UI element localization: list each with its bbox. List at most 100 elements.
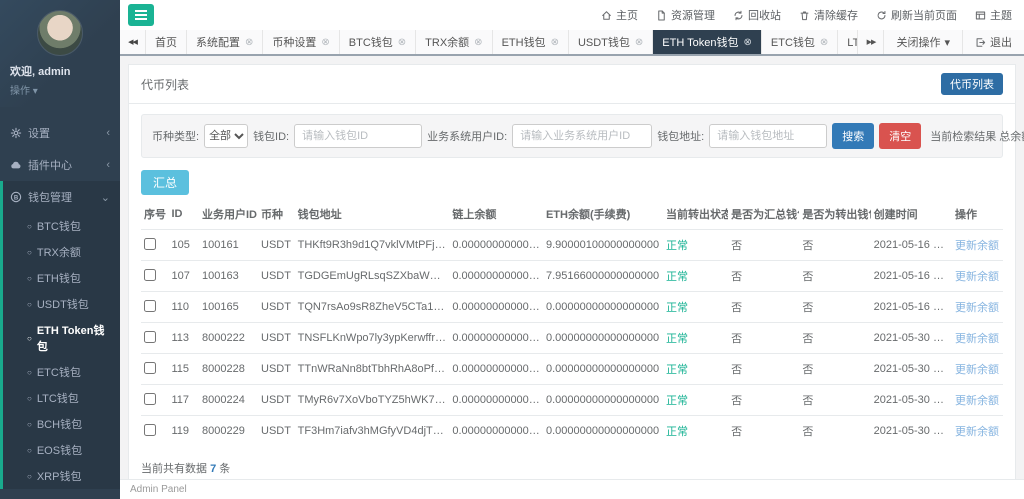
wallet-id-input[interactable] [294,124,422,148]
sidebar-subitem[interactable]: ○ XRP钱包 [3,463,120,489]
sidebar-subitem[interactable]: ○ BCH钱包 [3,411,120,437]
header-link-recycle-bin[interactable]: 回收站 [733,7,781,23]
tab[interactable]: 首页 ⊗ [146,30,187,54]
update-balance-link[interactable]: 更新余额 [955,364,999,376]
update-balance-link[interactable]: 更新余额 [955,395,999,407]
tab[interactable]: 币种设置 ⊗ [263,30,339,54]
coin-type-select[interactable]: 全部 [204,124,248,148]
user-id-input[interactable] [512,124,652,148]
sidebar-subitem[interactable]: ○ ETH Token钱包 [3,317,120,359]
cell-checkbox [141,385,168,416]
tab[interactable]: 系统配置 ⊗ [187,30,263,54]
summary-button[interactable]: 汇总 [141,170,189,195]
tab-close-icon[interactable]: ⊗ [474,37,482,48]
sidebar-item-account-transactions[interactable]: 账户交易 ‹ [0,489,120,499]
cell-checkbox [141,323,168,354]
tab-close-icon[interactable]: ⊗ [744,37,752,48]
cell-address: TF3Hm7iafv3hMGfyVD4djThWtiHxdjPdtZ [295,416,450,447]
row-checkbox[interactable] [144,269,156,281]
panel-body: 币种类型: 全部 钱包ID: 业务系统用户ID: 钱包地址: 搜索 清空 当前检… [129,104,1015,490]
sidebar-subitem[interactable]: ○ EOS钱包 [3,437,120,463]
row-checkbox[interactable] [144,331,156,343]
row-checkbox[interactable] [144,393,156,405]
logout-icon [975,37,986,48]
tabs-scroll-right-button[interactable]: ▶▶ [857,30,883,54]
tab[interactable]: TRX余额 ⊗ [416,30,492,54]
tab-close-icon[interactable]: ⊗ [820,37,828,48]
col-actions: 操作 [952,199,1003,230]
row-checkbox[interactable] [144,238,156,250]
cell-coin: USDT [258,292,295,323]
tab-close-icon[interactable]: ⊗ [398,37,406,48]
tab-close-icon[interactable]: ⊗ [245,37,253,48]
cell-coin: USDT [258,416,295,447]
cell-coin: USDT [258,354,295,385]
update-balance-link[interactable]: 更新余额 [955,271,999,283]
col-user-id: 业务用户ID [199,199,258,230]
sidebar-subitem[interactable]: ○ TRX余额 [3,239,120,265]
tab[interactable]: USDT钱包 ⊗ [569,30,653,54]
header-link-clear-cache[interactable]: 清除缓存 [799,7,858,23]
header-link-refresh[interactable]: 刷新当前页面 [876,7,957,23]
table-row: 113 8000222 USDT TNSFLKnWpo7ly3ypKerwffr… [141,323,1003,354]
token-list-button[interactable]: 代币列表 [941,73,1003,95]
sidebar-subitem[interactable]: ○ LTC钱包 [3,385,120,411]
wallet-id-label: 钱包ID: [253,128,289,144]
cell-address: THKft9R3h9d1Q7vklVMtPFjDCeSCpzSo2K [295,230,450,261]
close-operations-dropdown[interactable]: 关闭操作 ▾ [883,30,962,54]
cell-is-transfer: 否 [799,323,870,354]
logout-button[interactable]: 退出 [962,30,1024,54]
col-is-summary: 是否为汇总钱包 [728,199,799,230]
search-button[interactable]: 搜索 [832,123,874,149]
sidebar-item-settings[interactable]: 设置 ‹ [0,117,120,149]
tab-label: ETH钱包 [502,34,546,50]
cell-id: 110 [168,292,199,323]
clear-button[interactable]: 清空 [879,123,921,149]
bitcoin-icon: B [10,191,22,203]
panel-title: 代币列表 [141,76,189,93]
page-footer: Admin Panel [120,479,1024,499]
operate-dropdown[interactable]: 操作 ▾ [10,82,110,97]
col-address: 钱包地址 [295,199,450,230]
update-balance-link[interactable]: 更新余额 [955,333,999,345]
cell-eth-balance: 0.00000000000000000 [543,354,663,385]
tab-close-icon[interactable]: ⊗ [551,37,559,48]
wallet-address-input[interactable] [709,124,827,148]
tab-label: ETC钱包 [771,34,815,50]
tabs-scroll-left-button[interactable]: ◀◀ [120,30,146,54]
sidebar-subitem[interactable]: ○ ETH钱包 [3,265,120,291]
update-balance-link[interactable]: 更新余额 [955,302,999,314]
header-link-resources[interactable]: 资源管理 [656,7,715,23]
tab-close-icon[interactable]: ⊗ [321,37,329,48]
sidebar-subitem[interactable]: ○ ETC钱包 [3,359,120,385]
sidebar-item-wallet-management[interactable]: B 钱包管理 ⌄ [3,181,120,213]
cell-user-id: 8000228 [199,354,258,385]
header-link-home[interactable]: 主页 [601,7,638,23]
cell-coin: USDT [258,323,295,354]
sidebar-subitem-label: ETH钱包 [37,270,81,286]
update-balance-link[interactable]: 更新余额 [955,240,999,252]
gear-icon [10,127,22,139]
sidebar-group-wallet: B 钱包管理 ⌄ ○ BTC钱包 ○ TRX余额 ○ ETH钱包 [0,181,120,489]
row-checkbox[interactable] [144,362,156,374]
tab-close-icon[interactable]: ⊗ [635,37,643,48]
user-id-label: 业务系统用户ID: [427,128,507,144]
cell-id: 105 [168,230,199,261]
tab[interactable]: ETH Token钱包 ⊗ [653,30,762,54]
row-checkbox[interactable] [144,300,156,312]
hamburger-menu-button[interactable] [128,4,154,26]
row-checkbox[interactable] [144,424,156,436]
tab[interactable]: BTC钱包 ⊗ [340,30,416,54]
circle-icon: ○ [27,368,32,377]
header-link-theme[interactable]: 主题 [975,7,1012,23]
tab[interactable]: ETH钱包 ⊗ [493,30,569,54]
sidebar-item-plugins[interactable]: 插件中心 ‹ [0,149,120,181]
tab[interactable]: LTC钱包 ⊗ [838,30,857,54]
sidebar-subitem[interactable]: ○ BTC钱包 [3,213,120,239]
sidebar-subitem-label: XRP钱包 [37,468,82,484]
cell-chain-balance: 0.00000000000000000 [449,230,543,261]
update-balance-link[interactable]: 更新余额 [955,426,999,438]
sidebar-subitem[interactable]: ○ USDT钱包 [3,291,120,317]
tab[interactable]: ETC钱包 ⊗ [762,30,838,54]
cell-user-id: 8000222 [199,323,258,354]
